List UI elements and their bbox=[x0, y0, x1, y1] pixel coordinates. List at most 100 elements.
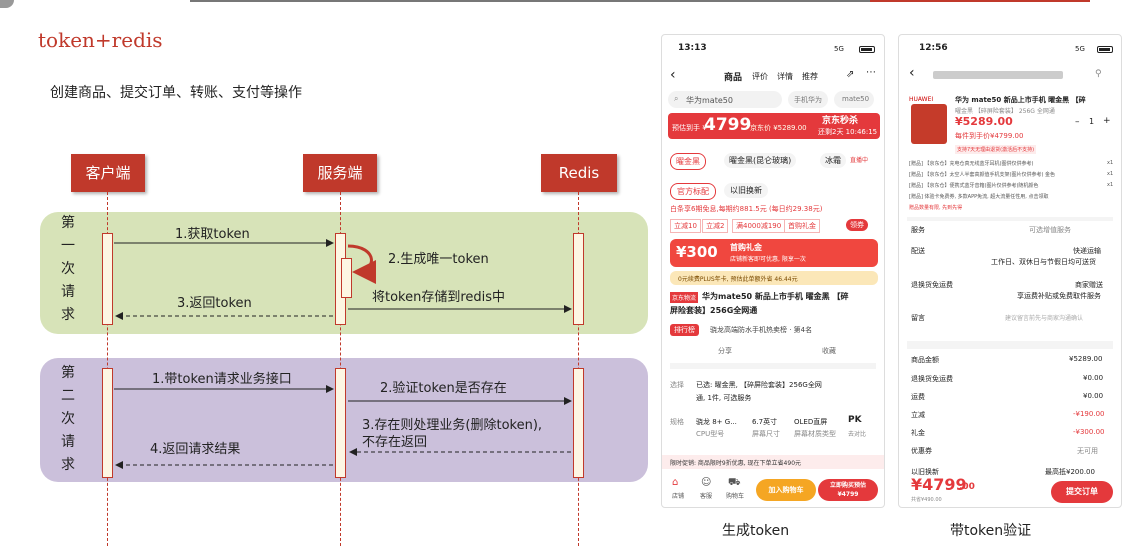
submit-order-button[interactable]: 提交订单 bbox=[1051, 481, 1113, 503]
qty-value[interactable]: 1 bbox=[1089, 117, 1094, 126]
msg-return-result: 4.返回请求结果 bbox=[150, 442, 241, 457]
promo-banner[interactable]: 限时促销: 商品限时9折优惠, 现在下单立省490元 bbox=[662, 455, 884, 469]
return-value-2: 享运费补贴或免费取件服务 bbox=[1017, 292, 1101, 300]
divider bbox=[907, 217, 1113, 221]
summary-value-3: ¥0.00 bbox=[1083, 392, 1104, 400]
coupon-1[interactable]: 立减10 bbox=[670, 219, 701, 233]
nav-shop[interactable]: 店铺 bbox=[672, 491, 684, 500]
delivery-value-1[interactable]: 快递运输 bbox=[1073, 246, 1101, 256]
live-badge[interactable]: 直播中 bbox=[850, 155, 868, 164]
summary-value-1: ¥5289.00 bbox=[1069, 355, 1103, 363]
status-signal: 5G bbox=[1075, 45, 1085, 53]
buy-now-label: 立即购买预估 bbox=[829, 482, 866, 489]
search-text: 华为mate50 bbox=[686, 96, 733, 105]
msg-get-token: 1.获取token bbox=[175, 227, 250, 242]
gift-desc: 店铺新客即可优惠, 限享一次 bbox=[730, 256, 806, 263]
tab-recommend[interactable]: 推荐 bbox=[802, 71, 818, 82]
rank-badge[interactable]: 排行榜 bbox=[670, 324, 699, 336]
return-label: 退换货免运费 bbox=[911, 281, 953, 289]
gift-1: [赠品] 【京东仓】充电仓真无线蓝牙耳机(图供仅供参考) bbox=[909, 161, 1034, 167]
status-time: 13:13 bbox=[678, 43, 707, 53]
gift-3-qty: x1 bbox=[1107, 182, 1114, 188]
delivery-label: 配送 bbox=[911, 247, 925, 255]
search-icon: ⌕ bbox=[674, 94, 679, 103]
color-option-2[interactable]: 曜金黑(昆仑玻璃) bbox=[724, 153, 797, 168]
summary-label-4: 立减 bbox=[911, 411, 925, 419]
spec-1-name: CPU型号 bbox=[696, 430, 725, 438]
product-name-2: 屏险套装】256G全网通 bbox=[670, 306, 758, 315]
gift-2: [赠品] 【京东仓】太空人半套高颜值手机支架(图片仅供参考) 金色 bbox=[909, 172, 1055, 178]
msg-request-business: 1.带token请求业务接口 bbox=[152, 372, 292, 387]
tab-product[interactable]: 商品 bbox=[724, 70, 742, 83]
spec-label: 规格 bbox=[670, 418, 684, 426]
official-option[interactable]: 官方标配 bbox=[670, 183, 716, 200]
gift-note: 赠品数量有限, 先到先得 bbox=[909, 205, 963, 211]
more-icon[interactable]: ⋯ bbox=[866, 67, 876, 78]
product-thumbnail[interactable] bbox=[911, 104, 947, 144]
order-product-sub: 曜金黑 【碎屏险套装】 256G 全网通 bbox=[955, 108, 1055, 115]
delivery-value-2[interactable]: 工作日、双休日与节假日均可送货 bbox=[991, 257, 1096, 267]
select-text-2[interactable]: 通, 1件, 可选服务 bbox=[696, 393, 751, 403]
plus-banner[interactable]: 0元续费PLUS年卡, 预估此单额外省 46.44元 bbox=[670, 271, 878, 285]
summary-label-6: 优惠券 bbox=[911, 447, 932, 455]
back-icon[interactable]: ‹ bbox=[909, 65, 915, 81]
search-chip-2-label: mate50 bbox=[842, 95, 870, 103]
seckill-label: 京东秒杀 bbox=[822, 116, 859, 126]
msg-store-redis: 将token存储到redis中 bbox=[372, 290, 506, 305]
add-cart-button[interactable]: 加入购物车 bbox=[756, 479, 816, 501]
gift-amount: ¥300 bbox=[676, 243, 718, 261]
spec-1-value: 骁龙 8+ G... bbox=[696, 418, 737, 426]
summary-value-6[interactable]: 无可用 bbox=[1077, 446, 1098, 456]
brand-label: HUAWEI bbox=[909, 96, 934, 103]
gift-3: [赠品] 【京东仓】便携式蓝牙音箱(图片仅供参考)随机颜色 bbox=[909, 183, 1039, 189]
qty-plus-button[interactable]: + bbox=[1103, 116, 1111, 126]
summary-label-3: 运费 bbox=[911, 393, 925, 401]
coupon-2[interactable]: 立减2 bbox=[702, 219, 729, 233]
buy-now-price: ¥4799 bbox=[837, 491, 859, 498]
tradein-option[interactable]: 以旧换新 bbox=[724, 183, 768, 198]
jd-logistics-badge: 京东物流 bbox=[670, 292, 699, 303]
compare-label[interactable]: 去对比 bbox=[848, 429, 866, 438]
price-value: 4799 bbox=[704, 115, 752, 135]
rank-text[interactable]: 骁龙高端防水手机热卖榜 · 第4名 bbox=[710, 325, 812, 335]
qty-minus-button[interactable]: – bbox=[1075, 117, 1080, 127]
msg-verify-token: 2.验证token是否存在 bbox=[380, 381, 507, 396]
summary-label-5: 礼金 bbox=[911, 429, 925, 437]
location-icon[interactable]: ⚲ bbox=[1095, 69, 1102, 79]
color-option-1[interactable]: 曜金黑 bbox=[670, 153, 706, 170]
color-option-3[interactable]: 冰霜 bbox=[820, 153, 846, 168]
nav-service[interactable]: 客服 bbox=[700, 491, 712, 500]
share-icon[interactable]: ⇗ bbox=[846, 69, 854, 80]
tradein-value[interactable]: 最高抵¥200.00 bbox=[1045, 467, 1095, 477]
status-signal: 5G bbox=[834, 45, 844, 53]
share-button[interactable]: 分享 bbox=[718, 346, 732, 356]
msg-generate-token: 2.生成唯一token bbox=[388, 252, 489, 267]
blurred-address bbox=[933, 71, 1063, 79]
favorite-button[interactable]: 收藏 bbox=[822, 346, 836, 356]
summary-value-2: ¥0.00 bbox=[1083, 374, 1104, 382]
note-input[interactable]: 建议留言前先与商家沟通确认 bbox=[1005, 313, 1083, 322]
nav-cart[interactable]: 购物车 bbox=[726, 491, 744, 500]
select-label: 选择 bbox=[670, 381, 684, 389]
tab-details[interactable]: 详情 bbox=[777, 71, 793, 82]
tab-reviews[interactable]: 评价 bbox=[752, 71, 768, 82]
spec-3-name: 屏幕材质类型 bbox=[794, 430, 836, 438]
order-price: ¥5289.00 bbox=[955, 115, 1013, 128]
phone-order-page: 12:56 5G ‹ ⚲ HUAWEI 华为 mate50 新品上市手机 曜金黑… bbox=[898, 34, 1122, 508]
battery-icon bbox=[859, 46, 875, 53]
spec-3-value: OLED直屏 bbox=[794, 418, 828, 426]
compare-icon[interactable]: PK bbox=[848, 415, 862, 425]
arrow-generate-token bbox=[347, 244, 377, 284]
shop-icon: ⌂ bbox=[672, 477, 679, 488]
select-text-1[interactable]: 已选: 曜金黑, 【碎屏险套装】256G全网 bbox=[696, 380, 822, 390]
gift-4: [赠品] 体验卡免费券, 多款APP免流, 超大流量任性用, 点击领取 bbox=[909, 194, 1049, 200]
spec-2-name: 屏幕尺寸 bbox=[752, 430, 780, 438]
buy-now-button[interactable]: 立即购买预估 ¥4799 bbox=[818, 479, 878, 501]
battery-icon bbox=[1097, 46, 1113, 53]
coupon-4[interactable]: 首购礼金 bbox=[784, 219, 820, 233]
phone-product-page: 13:13 5G ‹ 商品 评价 详情 推荐 ⇗ ⋯ ⌕ 华为mate50 手机… bbox=[661, 34, 885, 508]
receive-coupon-button[interactable]: 领券 bbox=[846, 219, 868, 231]
service-value[interactable]: 可选增值服务 bbox=[1029, 225, 1071, 235]
coupon-3[interactable]: 满4000减190 bbox=[732, 219, 786, 233]
back-icon[interactable]: ‹ bbox=[670, 67, 676, 83]
